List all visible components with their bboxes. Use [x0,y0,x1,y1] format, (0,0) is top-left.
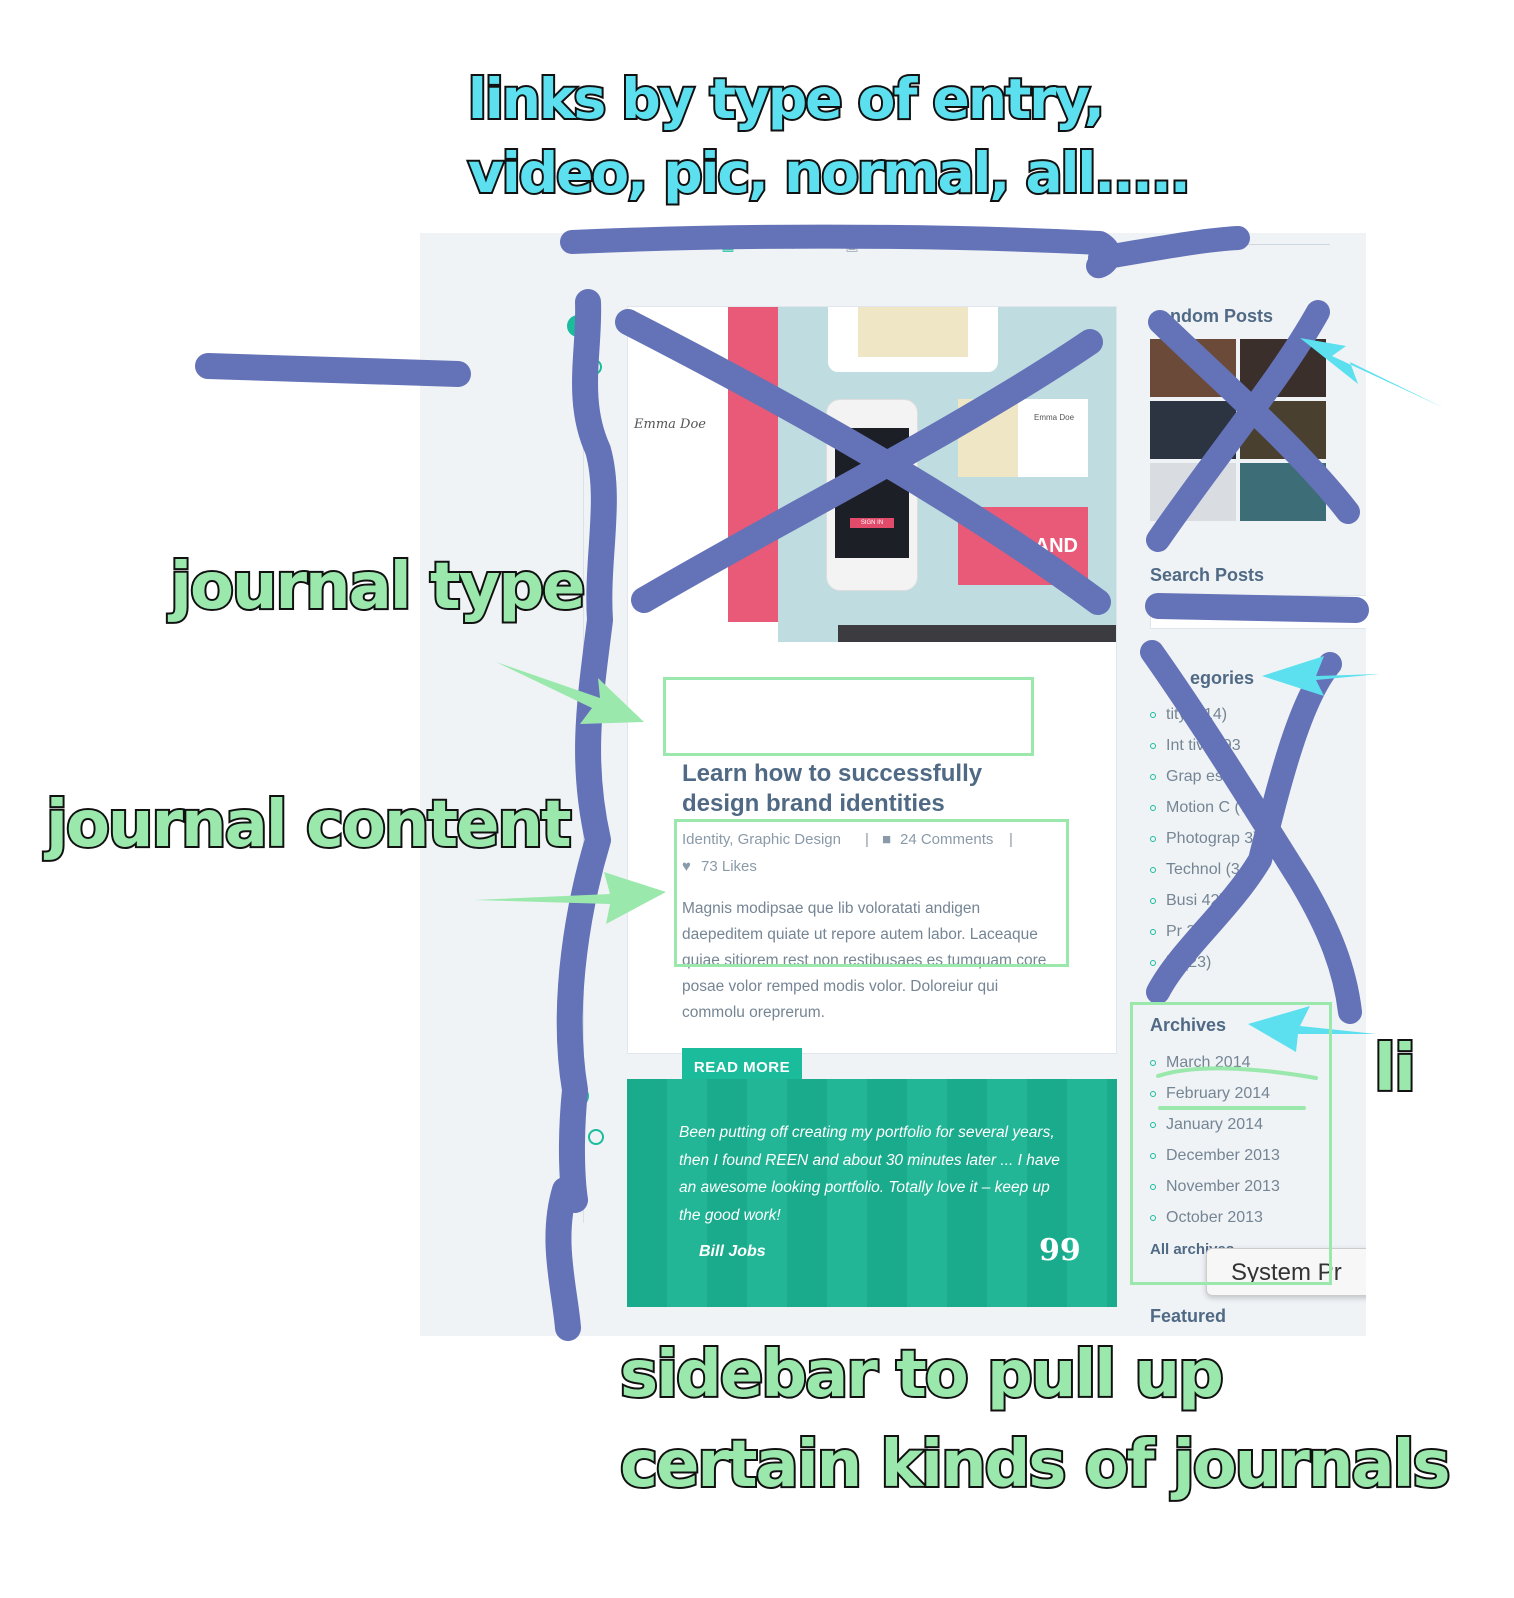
annotation-top-line2: video, pic, normal, all..... [466,140,1193,206]
highlight-post-title [663,677,1034,756]
annotation-bottom-line1: sidebar to pull up [618,1336,1226,1414]
arrow-random-posts [1300,338,1444,408]
highlight-archives [1130,1002,1332,1285]
highlight-post-excerpt [674,819,1069,967]
annotation-journal-type: journal type [168,548,588,626]
annotation-bottom-line2: certain kinds of journals [618,1426,1453,1504]
arrow-journal-type [496,662,644,724]
annotation-journal-content: journal content [44,786,574,864]
scribble-filter-bar [560,224,1250,279]
annotation-li: li [1372,1030,1418,1108]
scribble-search [1145,593,1369,623]
arrow-categories [1262,656,1380,696]
annotation-top-line1: links by type of entry, [466,66,1107,132]
scribble-left-note [195,353,471,387]
